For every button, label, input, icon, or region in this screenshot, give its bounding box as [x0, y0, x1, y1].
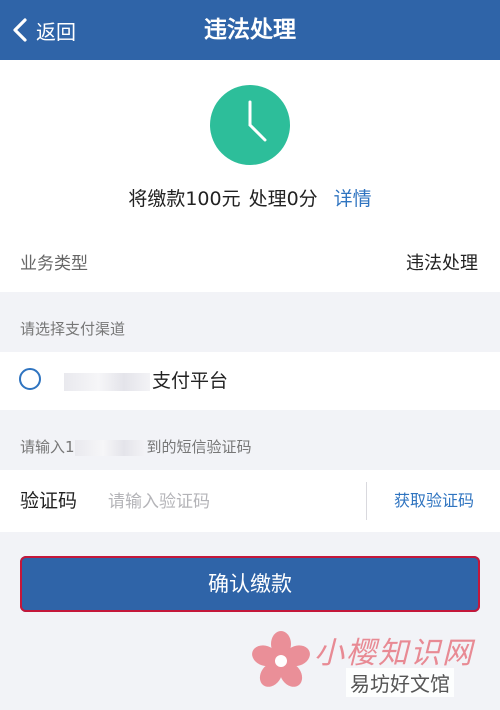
channel-label-wrap: 支付平台 [64, 352, 228, 410]
chevron-left-icon [13, 18, 27, 42]
back-label: 返回 [36, 19, 76, 44]
confirm-payment-button[interactable]: 确认缴款 [20, 556, 480, 612]
channel-label: 支付平台 [152, 370, 229, 392]
top-navigation-bar: 返回 违法处理 [0, 0, 500, 60]
sms-hint-prefix: 请输入1 [20, 438, 75, 456]
payment-channel-option[interactable]: 支付平台 [0, 352, 500, 410]
watermark: 小樱知识网 易坊好文馆 [250, 628, 490, 702]
vertical-divider [366, 482, 367, 520]
business-type-label: 业务类型 [20, 254, 88, 274]
fine-amount: 将缴款100元 [128, 187, 241, 210]
back-button[interactable]: 返回 [10, 0, 76, 60]
redacted-text [64, 372, 150, 391]
payment-channel-hint: 请选择支付渠道 [20, 320, 126, 338]
clock-icon [210, 85, 290, 165]
business-type-row: 业务类型 违法处理 [0, 236, 500, 292]
verification-code-row: 验证码 获取验证码 [0, 470, 500, 532]
detail-link[interactable]: 详情 [334, 184, 372, 211]
verification-code-label: 验证码 [20, 490, 78, 512]
watermark-title: 小樱知识网 [314, 636, 474, 671]
watermark-subtitle: 易坊好文馆 [346, 668, 454, 697]
verification-code-input[interactable] [106, 482, 360, 522]
redacted-phone [74, 439, 145, 456]
payment-summary-panel: 将缴款100元 处理0分 详情 [0, 60, 500, 236]
sms-hint: 请输入1 到的短信验证码 [20, 436, 252, 457]
business-type-value: 违法处理 [406, 253, 478, 274]
sms-hint-suffix: 到的短信验证码 [146, 438, 252, 456]
fine-summary: 将缴款100元 处理0分 详情 [0, 180, 500, 214]
penalty-points: 处理0分 [248, 187, 318, 210]
get-code-button[interactable]: 获取验证码 [368, 470, 500, 532]
channel-radio[interactable] [19, 368, 41, 390]
cherry-blossom-logo [252, 631, 310, 687]
